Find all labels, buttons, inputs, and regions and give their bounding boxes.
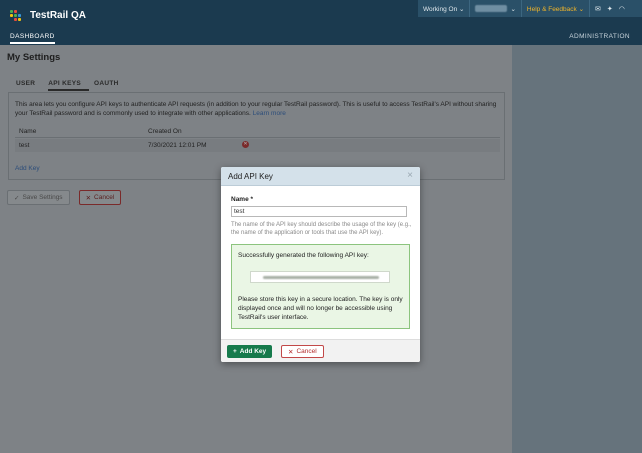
save-settings-button[interactable]: ✓ Save Settings [7,190,70,205]
top-right-menu: Working On ⌄ ⌄ Help & Feedback ⌄ ✉ ✦ ◠ [418,0,642,17]
tab-user[interactable]: USER [16,80,43,91]
api-keys-table-header: Name Created On [15,126,500,138]
mail-icon[interactable]: ✉ [595,5,601,13]
top-bar: TestRail QA Working On ⌄ ⌄ Help & Feedba… [0,0,642,31]
api-key-redacted [263,276,379,279]
tab-api-keys[interactable]: API KEYS [48,80,90,91]
testrail-logo-icon[interactable] [10,10,22,22]
success-note: Please store this key in a secure locati… [238,296,403,321]
row-name: test [19,142,30,149]
close-icon: ✕ [85,194,92,202]
success-message: Successfully generated the following API… [231,244,410,329]
close-icon[interactable]: × [407,170,413,181]
twitter-icon[interactable]: ✦ [607,5,613,13]
row-created-on: 7/30/2021 12:01 PM [148,142,207,149]
api-key-field[interactable] [250,271,390,283]
success-title: Successfully generated the following API… [238,252,369,259]
add-key-button[interactable]: + Add Key [227,345,273,358]
settings-tabs: USER API KEYS OAUTH [16,80,132,91]
add-key-link[interactable]: Add Key [15,165,40,172]
dialog-header: Add API Key × [221,167,420,186]
column-name: Name [19,128,37,135]
help-feedback-menu[interactable]: Help & Feedback ⌄ [522,0,591,17]
dialog-title: Add API Key [228,172,273,181]
nav-bar: DASHBOARD ADMINISTRATION [0,31,642,45]
user-menu[interactable]: ⌄ [470,0,522,17]
dialog-cancel-button[interactable]: ✕ Cancel [281,345,324,358]
rss-icon[interactable]: ◠ [619,5,625,13]
user-name-redacted [475,5,508,12]
settings-buttons: ✓ Save Settings ✕ Cancel [7,190,122,205]
app-title[interactable]: TestRail QA [30,10,86,21]
dialog-footer: + Add Key ✕ Cancel [221,339,420,362]
cancel-button[interactable]: ✕ Cancel [78,190,122,205]
column-created-on: Created On [148,128,182,135]
table-row: test 7/30/2021 12:01 PM ✕ [15,139,500,152]
working-on-menu[interactable]: Working On ⌄ [418,0,471,17]
name-hint: The name of the API key should describe … [231,222,412,236]
delete-icon[interactable]: ✕ [242,141,249,148]
plus-icon: + [233,348,237,355]
nav-administration[interactable]: ADMINISTRATION [569,33,630,40]
check-icon: ✓ [14,194,20,202]
learn-more-link[interactable]: Learn more [253,110,286,117]
nav-dashboard[interactable]: DASHBOARD [10,33,55,44]
add-api-key-dialog: Add API Key × Name * The name of the API… [221,167,420,362]
name-label: Name * [231,196,254,203]
page-title: My Settings [7,52,61,63]
close-icon: ✕ [288,348,294,356]
sidebar [512,45,642,453]
name-input[interactable] [231,206,407,217]
tab-oauth[interactable]: OAUTH [94,80,127,91]
social-icons: ✉ ✦ ◠ [590,5,625,13]
api-keys-description: This area lets you configure API keys to… [15,101,497,117]
